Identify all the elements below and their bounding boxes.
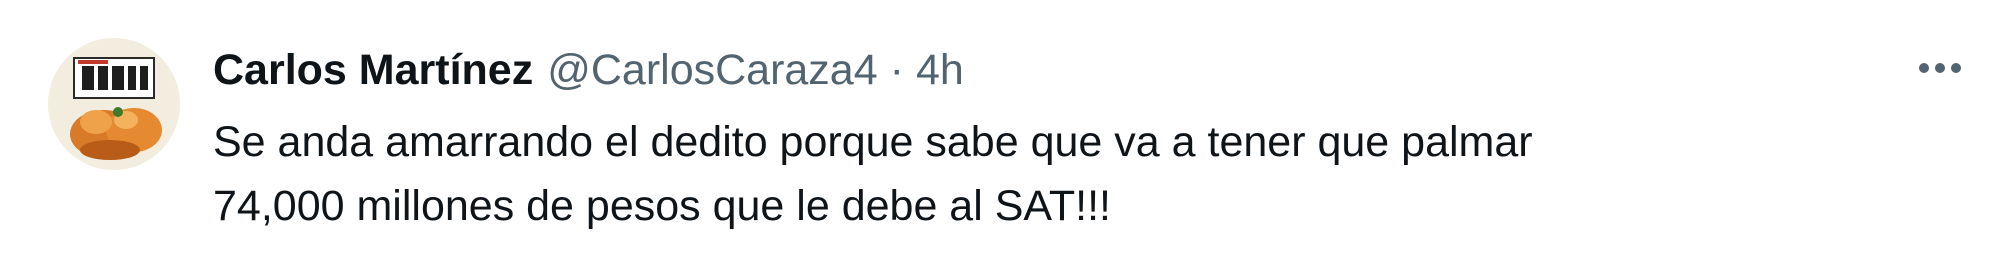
tweet-text: Se anda amarrando el dedito porque sabe … <box>213 110 1913 238</box>
author-handle[interactable]: @CarlosCaraza4 <box>547 38 877 102</box>
tweet-header: Carlos Martínez @CarlosCaraza4 · 4h <box>213 38 964 102</box>
avatar-image-icon <box>48 38 180 170</box>
author-display-name[interactable]: Carlos Martínez <box>213 38 533 102</box>
tweet-timestamp[interactable]: 4h <box>916 38 964 102</box>
more-options-icon <box>1919 63 1961 73</box>
tweet-text-line-1: Se anda amarrando el dedito porque sabe … <box>213 118 1533 166</box>
tweet-card[interactable]: Carlos Martínez @CarlosCaraza4 · 4h Se a… <box>0 0 2014 279</box>
header-separator: · <box>889 46 904 94</box>
tweet-text-line-2: 74,000 millones de pesos que le debe al … <box>213 182 1112 230</box>
avatar[interactable] <box>48 38 180 170</box>
more-options-button[interactable] <box>1912 48 1968 88</box>
